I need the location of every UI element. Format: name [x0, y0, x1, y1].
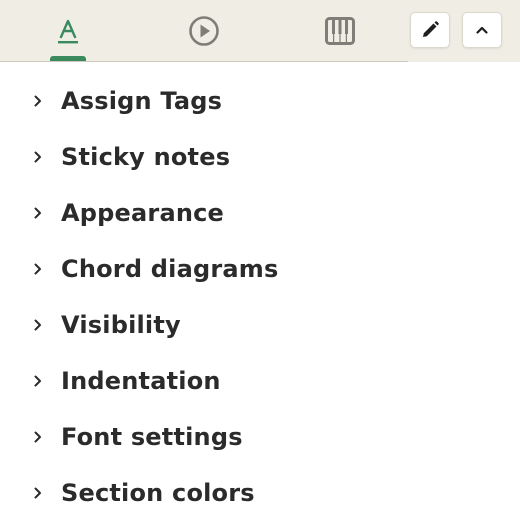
- menu-item-label: Indentation: [61, 367, 221, 395]
- chevron-up-icon: [476, 26, 488, 34]
- menu-item-label: Chord diagrams: [61, 255, 279, 283]
- toolbar: [0, 0, 520, 62]
- edit-button[interactable]: [410, 12, 450, 48]
- menu-item-appearance[interactable]: Appearance: [0, 185, 520, 241]
- piano-keys-icon: [325, 17, 355, 45]
- menu-item-indentation[interactable]: Indentation: [0, 353, 520, 409]
- collapse-button[interactable]: [462, 12, 502, 48]
- toolbar-divider: [0, 61, 408, 62]
- menu-item-label: Appearance: [61, 199, 225, 227]
- tab-play[interactable]: [169, 0, 239, 62]
- menu-item-assign-tags[interactable]: Assign Tags: [0, 73, 520, 129]
- text-format-icon: [58, 19, 78, 44]
- menu-item-section-colors[interactable]: Section colors: [0, 465, 520, 521]
- tab-text-format[interactable]: [33, 0, 103, 62]
- chevron-right-icon: [34, 487, 41, 499]
- menu-item-label: Section colors: [61, 479, 255, 507]
- chevron-right-icon: [34, 263, 41, 275]
- chevron-right-icon: [34, 207, 41, 219]
- chevron-right-icon: [34, 95, 41, 107]
- play-circle-icon: [189, 16, 219, 46]
- menu-item-label: Sticky notes: [61, 143, 231, 171]
- menu-item-sticky-notes[interactable]: Sticky notes: [0, 129, 520, 185]
- menu-item-label: Assign Tags: [61, 87, 223, 115]
- tab-piano[interactable]: [305, 0, 375, 62]
- menu-item-visibility[interactable]: Visibility: [0, 297, 520, 353]
- chevron-right-icon: [34, 151, 41, 163]
- menu-item-chord-diagrams[interactable]: Chord diagrams: [0, 241, 520, 297]
- chevron-right-icon: [34, 375, 41, 387]
- pencil-icon: [423, 21, 439, 37]
- menu-item-label: Visibility: [61, 311, 181, 339]
- settings-menu: Assign Tags Sticky notes Appearance Chor…: [0, 73, 520, 521]
- chevron-right-icon: [34, 319, 41, 331]
- menu-item-font-settings[interactable]: Font settings: [0, 409, 520, 465]
- menu-item-label: Font settings: [61, 423, 243, 451]
- chevron-right-icon: [34, 431, 41, 443]
